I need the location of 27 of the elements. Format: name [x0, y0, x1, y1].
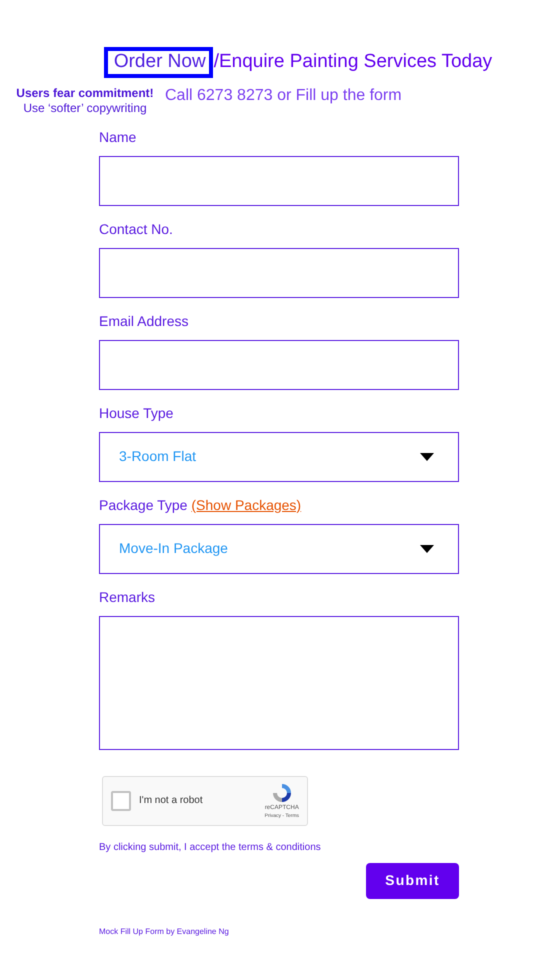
field-label: Name — [99, 128, 136, 145]
show-packages-link[interactable]: (Show Packages) — [191, 496, 302, 513]
field-label: Package Type — [99, 496, 188, 513]
captcha-label: I'm not a robot — [139, 794, 204, 808]
dropdown-field[interactable]: Move-In Package — [99, 524, 459, 574]
recaptcha-logo-icon — [270, 782, 293, 804]
subtitle: Call 6273 8273 or Fill up the form — [165, 86, 402, 106]
field-label: House Type — [99, 404, 174, 421]
input-field[interactable] — [99, 340, 459, 390]
input-field[interactable] — [99, 248, 459, 298]
field-label: Remarks — [99, 588, 156, 605]
captcha-checkbox[interactable] — [111, 790, 131, 811]
dropdown-value: 3-Room Flat — [119, 447, 196, 466]
highlight-annotation: Order Now — [104, 47, 213, 78]
page-heading: /Enquire Painting Services Today — [214, 51, 492, 72]
annotation-note: Use ‘softer’ copywriting — [22, 100, 148, 116]
terms-text: By clicking submit, I accept the terms & conditions — [99, 840, 322, 855]
field-label: Email Address — [99, 312, 188, 329]
footer-text: Mock Fill Up Form by Evangeline Ng — [99, 926, 230, 938]
input-field[interactable] — [99, 156, 459, 206]
dropdown-field[interactable]: 3-Room Flat — [99, 432, 459, 482]
submit-button[interactable]: Submit — [366, 862, 459, 899]
dropdown-value: Move-In Package — [119, 539, 228, 558]
field-label: Contact No. — [99, 220, 173, 237]
caret-icon — [420, 452, 434, 461]
remarks-field[interactable] — [99, 616, 459, 750]
caret-icon — [420, 544, 434, 553]
